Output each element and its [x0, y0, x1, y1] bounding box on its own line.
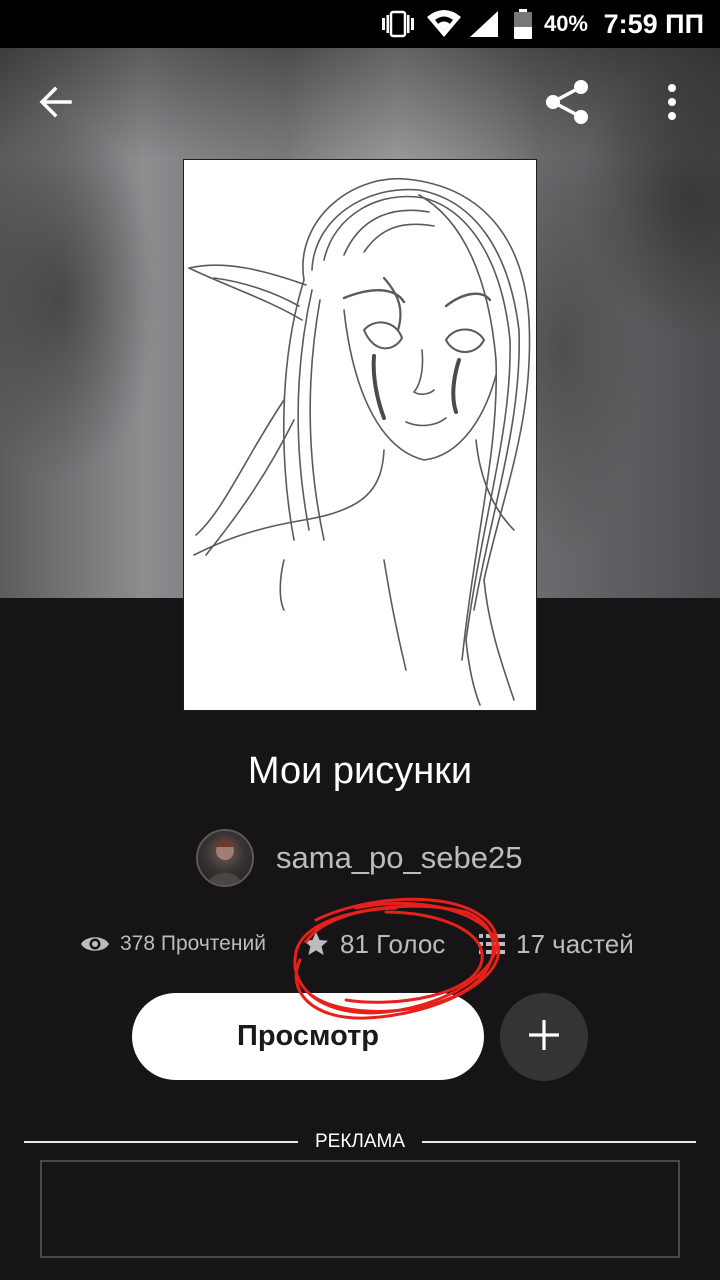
ad-label: РЕКЛАМА	[314, 1131, 406, 1152]
back-button[interactable]	[28, 76, 84, 132]
more-options-button[interactable]	[644, 76, 700, 132]
plus-icon	[527, 1018, 561, 1057]
cover-sketch-image	[184, 160, 536, 710]
battery-percent: 40%	[543, 11, 588, 36]
clock: 7:59 ПП	[603, 9, 704, 39]
share-icon	[543, 77, 593, 132]
add-to-library-button[interactable]	[500, 993, 588, 1081]
share-button[interactable]	[540, 76, 596, 132]
more-vertical-icon	[666, 82, 678, 127]
reads-count: 378 Прочтений	[120, 932, 266, 955]
star-icon	[302, 930, 330, 958]
author-avatar[interactable]	[196, 829, 254, 887]
divider-line	[422, 1141, 696, 1143]
story-cover[interactable]	[184, 160, 536, 710]
list-icon	[478, 932, 506, 956]
ad-slot[interactable]	[40, 1160, 680, 1258]
arrow-left-icon	[38, 84, 74, 125]
author-link[interactable]: sama_po_sebe25	[196, 828, 522, 888]
votes-count: 81 Голос	[340, 928, 446, 959]
reads-stat: 378 Прочтений	[80, 922, 266, 966]
divider-line	[24, 1141, 298, 1143]
battery-icon	[512, 0, 534, 48]
status-bar: 40% 7:59 ПП	[0, 0, 720, 48]
wifi-icon	[426, 0, 462, 48]
parts-stat: 17 частей	[478, 922, 634, 966]
eye-icon	[80, 933, 110, 955]
ad-divider: РЕКЛАМА	[24, 1128, 696, 1156]
votes-stat: 81 Голос	[302, 922, 445, 966]
story-stats: 378 Прочтений 81 Голос 17 частей	[0, 922, 720, 966]
cell-signal-icon	[468, 0, 500, 48]
read-button[interactable]: Просмотр	[132, 993, 484, 1080]
author-name[interactable]: sama_po_sebe25	[276, 840, 522, 876]
parts-count: 17 частей	[516, 928, 634, 959]
vibrate-icon	[378, 0, 418, 48]
story-title: Мои рисунки	[247, 750, 473, 792]
